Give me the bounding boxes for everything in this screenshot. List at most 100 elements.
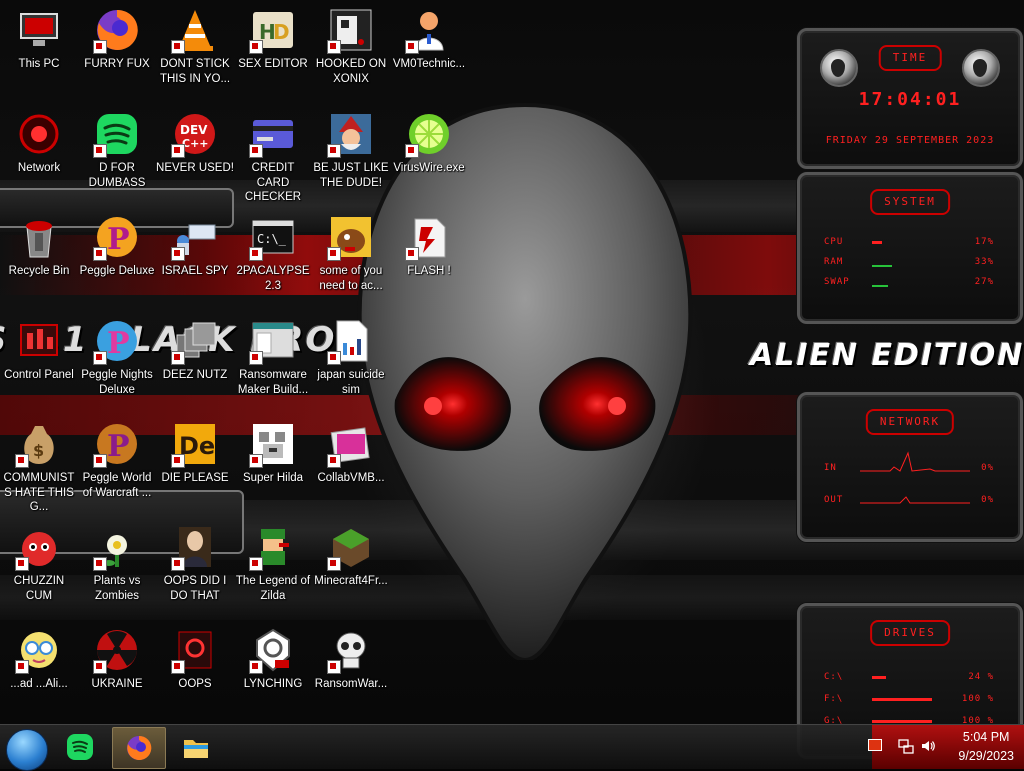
svg-text:DEV: DEV: [180, 123, 208, 137]
desktop-icon[interactable]: FURRY FUX: [78, 6, 156, 72]
desktop-icon-label: SEX EDITOR: [238, 58, 308, 70]
system-widget: SYSTEM CPU 17% RAM 33% SWAP 27%: [797, 172, 1023, 324]
volume-icon[interactable]: [920, 738, 936, 754]
terminal-icon: C:\_: [249, 213, 297, 261]
network-tray-icon[interactable]: [898, 738, 914, 754]
pvz-icon: [93, 523, 141, 571]
svg-text:$: $: [33, 441, 44, 460]
desktop-icon[interactable]: OOPS: [156, 626, 234, 692]
taskbar-clock[interactable]: 5:04 PM 9/29/2023: [958, 728, 1014, 766]
desktop-icon[interactable]: DONT STICK THIS IN YO...: [156, 6, 234, 86]
desktop-icon-label: Control Panel: [4, 369, 74, 381]
shortcut-arrow-icon: [327, 660, 341, 674]
desktop-icon[interactable]: Super Hilda: [234, 420, 312, 486]
desktop-icon[interactable]: VM0Technic...: [390, 6, 468, 72]
desktop-icon-label: Plants vs Zombies: [93, 575, 141, 602]
desktop-icon[interactable]: CHUZZIN CUM: [0, 523, 78, 603]
system-widget-title: SYSTEM: [870, 189, 950, 215]
desktop-icon-label: Minecraft4Fr...: [314, 575, 388, 587]
desktop-icon[interactable]: De DIE PLEASE: [156, 420, 234, 486]
network-widget: NETWORK IN 0% OUT 0%: [797, 392, 1023, 542]
desktop-icon[interactable]: H D SEX EDITOR: [234, 6, 312, 72]
recycle-bin-icon: [15, 213, 63, 261]
stat-value: 0%: [981, 495, 994, 505]
desktop-icon[interactable]: Plants vs Zombies: [78, 523, 156, 603]
taskbar-item-spotify[interactable]: [54, 727, 106, 767]
desktop-icon-label: FLASH !: [407, 265, 451, 277]
taskbar: 5:04 PM 9/29/2023: [0, 724, 1024, 771]
computer-icon: [15, 6, 63, 54]
spotify-icon: [67, 734, 93, 760]
desktop-icon[interactable]: FLASH !: [390, 213, 468, 279]
shortcut-arrow-icon: [171, 351, 185, 365]
drives-widget-title: DRIVES: [870, 620, 950, 646]
desktop-icon-label: Peggle Nights Deluxe: [81, 369, 153, 396]
desktop-icon-label: NEVER USED!: [156, 162, 234, 174]
desktop-icon[interactable]: Network: [0, 110, 78, 176]
alien-logo-icon: [962, 49, 1000, 87]
shortcut-arrow-icon: [171, 454, 185, 468]
desktop-icon-label: UKRAINE: [91, 678, 143, 690]
desktop-icon[interactable]: DEV C++ NEVER USED!: [156, 110, 234, 176]
shortcut-arrow-icon: [249, 351, 263, 365]
stat-label: IN: [824, 463, 837, 473]
desktop-icon-label: some of you need to ac...: [319, 265, 383, 292]
desktop-icon[interactable]: ...ad ...Ali...: [0, 626, 78, 692]
desktop-icon[interactable]: OOPS DID I DO THAT: [156, 523, 234, 603]
desktop-icon[interactable]: LYNCHING: [234, 626, 312, 692]
system-stat-row: SWAP 27%: [824, 277, 994, 291]
shortcut-arrow-icon: [93, 454, 107, 468]
drive-row: C:\ 24 %: [824, 672, 994, 686]
shortcut-arrow-icon: [327, 247, 341, 261]
tray-overflow-icon[interactable]: [868, 739, 882, 751]
lynching-icon: [249, 626, 297, 674]
desktop-icon[interactable]: P Peggle Deluxe: [78, 213, 156, 279]
desktop-icon[interactable]: DEEZ NUTZ: [156, 317, 234, 383]
taskbar-item-firefox[interactable]: [112, 727, 166, 769]
desktop-icon[interactable]: Minecraft4Fr...: [312, 523, 390, 589]
desktop-icon[interactable]: some of you need to ac...: [312, 213, 390, 293]
desktop-icon[interactable]: ISRAEL SPY: [156, 213, 234, 279]
desktop-icon[interactable]: Control Panel: [0, 317, 78, 383]
start-button[interactable]: [6, 729, 48, 771]
drive-value: 100 %: [961, 694, 994, 704]
desktop-icon[interactable]: BE JUST LIKE THE DUDE!: [312, 110, 390, 190]
shortcut-arrow-icon: [249, 557, 263, 571]
shortcut-arrow-icon: [93, 144, 107, 158]
desktop-icon[interactable]: CollabVMB...: [312, 420, 390, 486]
desktop-icon[interactable]: The Legend of Zilda: [234, 523, 312, 603]
peggle-icon: P: [93, 213, 141, 261]
network-in-graph: [860, 451, 970, 472]
shortcut-arrow-icon: [249, 454, 263, 468]
shortcut-arrow-icon: [327, 454, 341, 468]
desktop-icon[interactable]: CREDIT CARD CHECKER: [234, 110, 312, 205]
desktop-icon[interactable]: RansomWar...: [312, 626, 390, 692]
desktop-icon[interactable]: This PC: [0, 6, 78, 72]
portrait-icon: [171, 523, 219, 571]
star-character-icon: [15, 626, 63, 674]
shortcut-arrow-icon: [93, 557, 107, 571]
desktop-icon[interactable]: Recycle Bin: [0, 213, 78, 279]
desktop-icon[interactable]: C:\_ 2PACALYPSE 2.3: [234, 213, 312, 293]
taskbar-item-file-explorer[interactable]: [170, 727, 222, 767]
alien-head-icon: [357, 102, 693, 660]
desktop-icon[interactable]: HOOKED ON XONIX: [312, 6, 390, 86]
dog-icon: [327, 213, 375, 261]
shortcut-arrow-icon: [93, 247, 107, 261]
control-panel-icon: [15, 317, 63, 365]
desktop-icon[interactable]: UKRAINE: [78, 626, 156, 692]
minecraft-icon: [327, 523, 375, 571]
desktop-icon[interactable]: P Peggle Nights Deluxe: [78, 317, 156, 397]
desktop-icon[interactable]: D FOR DUMBASS: [78, 110, 156, 190]
desktop-icon-label: ISRAEL SPY: [161, 265, 229, 277]
desktop-icon[interactable]: P Peggle World of Warcraft ...: [78, 420, 156, 500]
desktop-icon-label: RansomWar...: [314, 678, 388, 690]
time-widget-title: TIME: [878, 45, 942, 71]
stat-bar: [872, 265, 892, 267]
devcpp-icon: DEV C++: [171, 110, 219, 158]
desktop-icon[interactable]: japan suicide sim: [312, 317, 390, 397]
desktop-icon[interactable]: Ransomware Maker Build...: [234, 317, 312, 397]
stat-value: 27%: [974, 277, 994, 287]
desktop-icon[interactable]: $ COMMUNISTS HATE THIS G...: [0, 420, 78, 515]
desktop-icon[interactable]: VirusWire.exe: [390, 110, 468, 176]
